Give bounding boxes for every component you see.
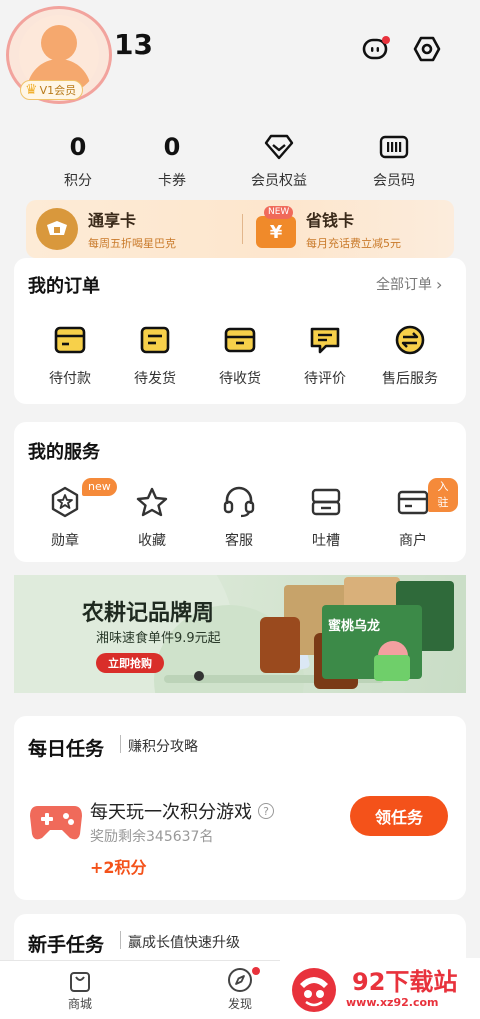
task-name-row: 每天玩一次积分游戏 ? [90,798,274,824]
orders-panel: 我的订单 全部订单 › 待付款 待发货 待收货 待评价 售后服务 [14,258,466,404]
claim-task-button[interactable]: 领任务 [350,796,448,836]
shengqian-card[interactable]: ¥ NEW 省钱卡 每月充话费立减5元 [256,200,451,258]
crown-icon: ♛ [25,82,38,98]
orders-title: 我的订单 [28,276,100,297]
service-customer-support[interactable]: 客服 [194,482,284,550]
order-pending-receipt[interactable]: 待收货 [195,320,285,388]
wallet-icon [25,320,115,360]
exchange-icon [365,320,455,360]
coupons-label: 卡券 [158,173,186,189]
service-customer-support-label: 客服 [225,533,253,549]
all-orders-link[interactable]: 全部订单 › [376,274,442,294]
nav-mall[interactable]: 商城 [40,965,120,1012]
nav-discover[interactable]: 发现 [200,965,280,1012]
shengqian-subtitle: 每月充话费立减5元 [306,237,401,250]
service-favorites-label: 收藏 [138,533,166,549]
member-benefits[interactable]: 会员权益 [219,130,339,190]
barcode-icon [334,130,454,164]
yen-icon: ¥ [256,216,296,248]
service-medal-label: 勋章 [51,533,79,549]
join-tag: 入驻 [428,478,458,512]
message-robot-icon[interactable] [360,34,390,64]
member-code[interactable]: 会员码 [334,130,454,190]
service-merchant-label: 商户 [399,533,427,549]
chevron-right-icon: › [436,274,443,294]
promo-banner[interactable]: 农耕记品牌周 湘味速食单件9.9元起 立即抢购 蜜桃乌龙 [14,575,466,693]
gamepad-icon [28,798,84,848]
member-benefits-label: 会员权益 [251,173,307,189]
member-code-label: 会员码 [373,173,415,189]
member-cards-strip: 通享卡 每周五折喝星巴克 ¥ NEW 省钱卡 每月充话费立减5元 [26,200,454,258]
comment-icon [280,320,370,360]
order-pending-shipment[interactable]: 待发货 [110,320,200,388]
box-icon [195,320,285,360]
task-remaining: 奖励剩余345637名 [90,829,214,845]
shopping-bag-icon [40,965,120,995]
service-feedback-label: 吐槽 [312,533,340,549]
daily-task-title: 每日任务 [28,738,105,760]
package-list-icon [110,320,200,360]
message-dot [382,36,390,44]
order-pending-receipt-label: 待收货 [219,371,261,387]
order-after-sales-label: 售后服务 [382,371,438,387]
banner-subtitle: 湘味速食单件9.9元起 [96,631,221,646]
watermark: 92下载站 www.xz92.com [280,958,480,1019]
service-medal[interactable]: 勋章 new [20,478,117,550]
watermark-text: 92下载站 [352,968,458,996]
service-feedback[interactable]: 吐槽 [281,482,371,550]
newbie-guide-link[interactable]: 赢成长值快速升级 [128,932,240,952]
username: 13 [114,28,153,61]
service-favorites[interactable]: 收藏 [107,482,197,550]
diamond-icon [219,130,339,164]
order-pending-payment[interactable]: 待付款 [25,320,115,388]
product-jar-1 [260,617,300,673]
tongxiang-subtitle: 每周五折喝星巴克 [88,237,176,250]
newbie-task-title: 新手任务 [28,934,105,956]
nav-mall-label: 商城 [67,997,92,1011]
service-merchant[interactable]: 商户 入驻 [368,478,458,550]
order-after-sales[interactable]: 售后服务 [365,320,455,388]
banner-button[interactable]: 立即抢购 [96,653,164,673]
services-panel: 我的服务 勋章 new 收藏 客服 吐槽 商户 入驻 [14,422,466,562]
shengqian-title: 省钱卡 [306,211,355,230]
tongxiang-icon [36,208,78,250]
feedback-icon [281,482,371,522]
banner-title: 农耕记品牌周 [82,601,215,626]
nav-discover-label: 发现 [227,997,252,1011]
order-pending-review[interactable]: 待评价 [280,320,370,388]
tongxiang-card[interactable]: 通享卡 每周五折喝星巴克 [36,200,241,258]
compass-icon [200,965,280,995]
shengqian-icon: ¥ NEW [256,206,296,250]
product-tea-label: 蜜桃乌龙 [328,619,381,634]
services-title: 我的服务 [28,442,100,463]
new-badge: NEW [264,206,294,219]
watermark-logo-icon [288,964,340,1018]
coupons-stat[interactable]: 0 卡券 [112,130,232,190]
task-name: 每天玩一次积分游戏 [90,802,252,823]
points-guide-link[interactable]: 赚积分攻略 [128,736,198,756]
order-pending-shipment-label: 待发货 [134,371,176,387]
headset-icon [194,482,284,522]
discover-dot [252,967,260,975]
star-icon [107,482,197,522]
coupons-value: 0 [163,133,181,161]
tongxiang-title: 通享卡 [88,211,137,230]
watermark-url: www.xz92.com [346,996,439,1009]
order-pending-payment-label: 待付款 [49,371,91,387]
order-pending-review-label: 待评价 [304,371,346,387]
task-reward: +2积分 [90,858,147,877]
vip-label: V1会员 [39,84,77,97]
card-divider [242,214,243,244]
vip-badge[interactable]: ♛ V1会员 [20,80,84,100]
all-orders-label: 全部订单 [376,277,432,293]
help-icon[interactable]: ? [258,803,274,819]
settings-icon[interactable] [412,34,442,64]
